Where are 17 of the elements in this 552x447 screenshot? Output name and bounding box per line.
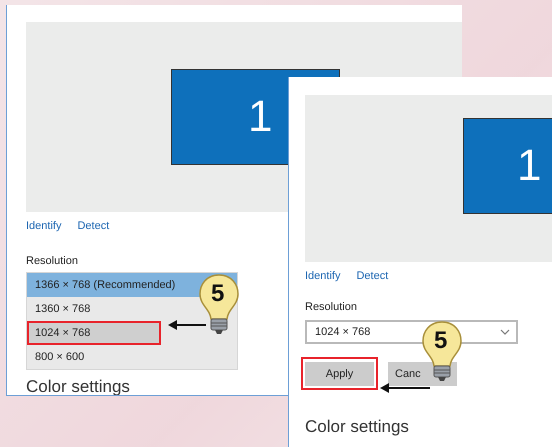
lightbulb-tooltip: 5 bbox=[198, 273, 240, 337]
link[interactable]: Detect bbox=[77, 218, 110, 234]
apply-button[interactable]: Apply bbox=[305, 362, 374, 386]
section-heading: Color settings bbox=[305, 416, 409, 438]
chevron-icon bbox=[500, 329, 510, 335]
resolution-option[interactable]: 1024 × 768 bbox=[27, 321, 161, 345]
monitor-tile[interactable]: 1 bbox=[463, 118, 552, 214]
arrow-icon bbox=[380, 382, 430, 394]
resolution-option[interactable]: 800 × 600 bbox=[27, 345, 237, 369]
dropdown-value: 1024 × 768 bbox=[315, 324, 370, 340]
field-label: Resolution bbox=[305, 300, 358, 314]
arrow-icon bbox=[168, 319, 206, 331]
link[interactable]: Detect bbox=[356, 268, 388, 284]
link[interactable]: Identify bbox=[26, 218, 62, 234]
lightbulb-tooltip: 5 bbox=[421, 320, 463, 384]
field-label: Resolution bbox=[26, 254, 79, 268]
link[interactable]: Identify bbox=[305, 268, 340, 284]
